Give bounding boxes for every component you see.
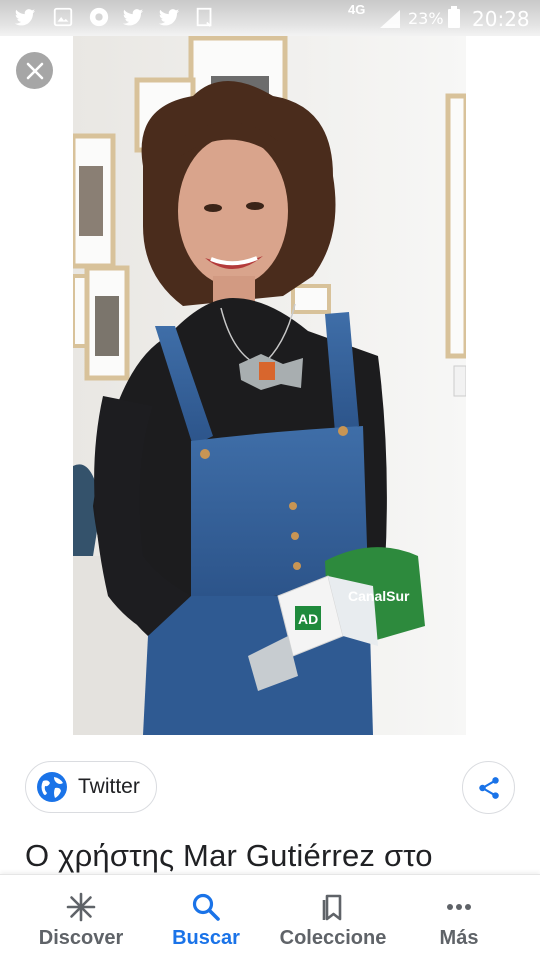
twitter-notification-icon-3 xyxy=(158,9,180,26)
download-notification-icon xyxy=(196,7,212,27)
more-icon xyxy=(447,904,471,910)
nav-discover[interactable]: Discover xyxy=(28,875,134,960)
asterisk-icon xyxy=(66,892,96,922)
photo-illustration: CanalSur AD xyxy=(73,36,466,735)
battery-percent: 23% xyxy=(408,9,444,28)
bookmarks-icon xyxy=(322,894,342,921)
search-icon xyxy=(192,893,220,921)
result-caption[interactable]: Ο χρήστης Mar Gutiérrez στο xyxy=(25,838,540,874)
nav-mas[interactable]: Más xyxy=(424,875,494,960)
result-image[interactable]: CanalSur AD xyxy=(73,36,466,735)
close-button[interactable] xyxy=(16,52,53,89)
nav-discover-label: Discover xyxy=(38,927,124,949)
network-type: 4G xyxy=(348,2,366,17)
nav-mas-label: Más xyxy=(439,927,479,949)
nav-buscar[interactable]: Buscar xyxy=(160,875,252,960)
status-bar: 4G 23% 20:28 xyxy=(0,0,540,36)
battery-icon xyxy=(448,6,460,28)
globe-icon xyxy=(37,772,67,802)
image-notification-icon xyxy=(53,7,73,27)
share-button[interactable] xyxy=(462,761,515,814)
source-chip[interactable]: Twitter xyxy=(25,761,157,813)
nav-colecciones-label: Coleccione xyxy=(279,927,387,949)
mic-brand-text: CanalSur xyxy=(348,588,410,604)
share-icon xyxy=(478,776,499,799)
close-icon xyxy=(26,62,43,79)
twitter-notification-icon xyxy=(14,9,36,26)
chrome-notification-icon xyxy=(89,7,109,27)
mic-label-text: AD xyxy=(298,611,318,627)
signal-icon xyxy=(380,10,400,28)
bottom-navigation: Discover Buscar Coleccione Más xyxy=(0,874,540,960)
nav-buscar-label: Buscar xyxy=(172,927,240,949)
nav-colecciones[interactable]: Coleccione xyxy=(268,875,398,960)
clock: 20:28 xyxy=(472,7,530,31)
twitter-notification-icon-2 xyxy=(122,9,144,26)
source-label: Twitter xyxy=(78,775,140,798)
